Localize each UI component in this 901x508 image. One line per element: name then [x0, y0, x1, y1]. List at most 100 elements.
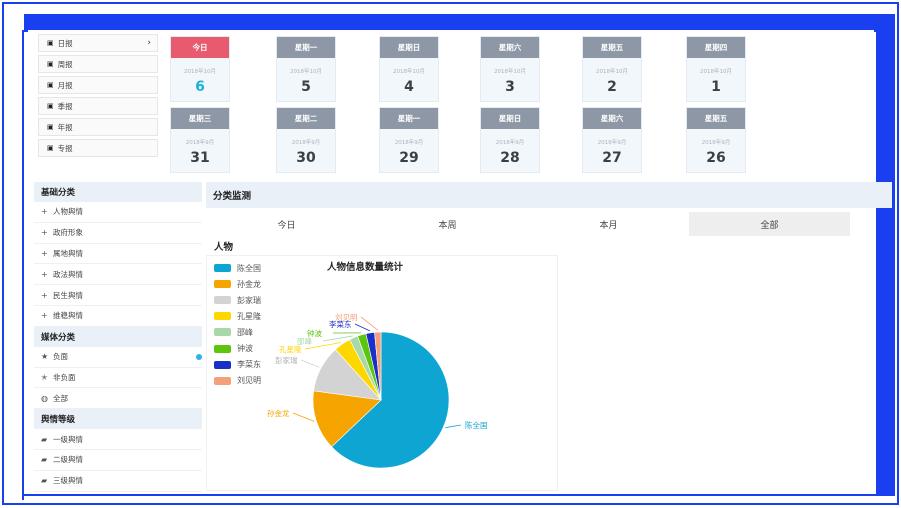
card-weekday: 星期四: [687, 37, 745, 58]
period-item-yearly[interactable]: ▣ 年报: [38, 118, 158, 136]
period-label: 季报: [57, 101, 73, 111]
card-month: 2018年9月: [394, 140, 424, 146]
legend-item[interactable]: 孙金龙: [214, 276, 261, 292]
legend-item[interactable]: 彭家瑞: [214, 292, 261, 308]
card-month: 2018年9月: [701, 140, 731, 146]
card-month: 2018年10月: [494, 69, 526, 75]
date-card[interactable]: 星期日 2018年10月 4: [379, 36, 439, 102]
card-day: 30: [296, 150, 316, 166]
sidebar-item-negative[interactable]: ★ 负面: [34, 347, 202, 368]
card-day: 28: [500, 150, 520, 166]
date-card[interactable]: 星期六 2018年9月 27: [582, 107, 642, 173]
time-tabs: 今日 本周 本月 全部: [206, 212, 892, 236]
card-weekday: 星期六: [481, 37, 539, 58]
card-month: 2018年10月: [596, 69, 628, 75]
sidebar-item-level-1[interactable]: ▰ 一级舆情: [34, 429, 202, 450]
tab-all[interactable]: 全部: [689, 212, 850, 236]
period-item-special[interactable]: ▣ 专报: [38, 139, 158, 157]
sidebar-item-label: 二级舆情: [53, 455, 83, 465]
sidebar-item-label: 人物舆情: [53, 207, 83, 217]
media-category-header: 媒体分类: [34, 326, 202, 347]
date-card[interactable]: 星期二 2018年9月 30: [276, 107, 336, 173]
date-card-today[interactable]: 今日 2018年10月 6: [170, 36, 230, 102]
sidebar-item-local[interactable]: + 属地舆情: [34, 244, 202, 265]
pie-slice-label: 孙金龙: [267, 408, 290, 418]
card-weekday: 今日: [171, 37, 229, 58]
legend-swatch: [214, 296, 231, 305]
card-day: 6: [195, 79, 205, 95]
sidebar-item-all[interactable]: ◍ 全部: [34, 388, 202, 410]
date-card[interactable]: 星期六 2018年10月 3: [480, 36, 540, 102]
date-card[interactable]: 星期四 2018年10月 1: [686, 36, 746, 102]
period-label: 年报: [57, 122, 73, 132]
sidebar-item-stability[interactable]: + 维稳舆情: [34, 306, 202, 327]
legend-swatch: [214, 344, 231, 353]
date-card[interactable]: 星期一 2018年9月 29: [379, 107, 439, 173]
legend-swatch: [214, 360, 231, 369]
sidebar-item-level-2[interactable]: ▰ 二级舆情: [34, 450, 202, 471]
legend-item[interactable]: 刘见明: [214, 373, 261, 389]
sidebar-item-government[interactable]: + 政府形象: [34, 223, 202, 244]
card-month: 2018年10月: [700, 69, 732, 75]
period-label: 专报: [57, 143, 73, 153]
card-day: 5: [301, 79, 311, 95]
card-month: 2018年9月: [495, 140, 525, 146]
flag-icon: ▰: [41, 434, 48, 444]
date-card[interactable]: 星期五 2018年10月 2: [582, 36, 642, 102]
legend-item[interactable]: 孔星隆: [214, 308, 261, 324]
date-card[interactable]: 星期日 2018年9月 28: [480, 107, 540, 173]
pie-label-line: [292, 412, 315, 422]
pie-slice-label: 陈全国: [465, 420, 488, 430]
sidebar-item-label: 属地舆情: [53, 248, 83, 258]
period-item-monthly[interactable]: ▣ 月报: [38, 76, 158, 94]
legend-item[interactable]: 陈全国: [214, 260, 261, 276]
tab-this-month[interactable]: 本月: [528, 212, 689, 236]
card-weekday: 星期三: [171, 108, 229, 129]
card-day: 27: [602, 150, 622, 166]
period-label: 周报: [57, 59, 73, 69]
legend-item[interactable]: 钟波: [214, 340, 261, 356]
period-item-weekly[interactable]: ▣ 周报: [38, 55, 158, 73]
sidebar-item-people[interactable]: + 人物舆情: [34, 202, 202, 223]
legend-item[interactable]: 李菜东: [214, 357, 261, 373]
card-weekday: 星期一: [277, 37, 335, 58]
selected-indicator: [196, 353, 202, 360]
legend-swatch: [214, 312, 231, 321]
sidebar-item-livelihood[interactable]: + 民生舆情: [34, 285, 202, 306]
card-weekday: 星期日: [380, 37, 438, 58]
tab-this-week[interactable]: 本周: [367, 212, 528, 236]
legend-label: 邵峰: [237, 327, 253, 337]
card-month: 2018年10月: [393, 69, 425, 75]
legend-label: 陈全国: [237, 263, 261, 273]
chevron-right-icon: ›: [147, 38, 151, 48]
date-card[interactable]: 星期五 2018年9月 26: [686, 107, 746, 173]
sidebar-item-label: 政法舆情: [53, 269, 83, 279]
calendar-icon: ▣: [47, 81, 54, 89]
sidebar-item-label: 民生舆情: [53, 290, 83, 300]
plus-icon: +: [41, 228, 48, 238]
card-day: 29: [399, 150, 419, 166]
period-item-quarterly[interactable]: ▣ 季报: [38, 97, 158, 115]
star-icon: ★: [41, 352, 49, 362]
card-day: 26: [706, 150, 726, 166]
legend-swatch: [214, 328, 231, 337]
period-label: 日报: [57, 38, 73, 48]
period-item-daily[interactable]: ▣ 日报 ›: [38, 34, 158, 52]
card-weekday: 星期六: [583, 108, 641, 129]
sidebar-item-non-negative[interactable]: ✭ 非负面: [34, 368, 202, 389]
card-day: 3: [505, 79, 515, 95]
calendar-icon: ▣: [47, 102, 54, 110]
pie-label-line: [445, 424, 462, 429]
plus-icon: +: [41, 207, 48, 217]
date-card[interactable]: 星期三 2018年9月 31: [170, 107, 230, 173]
date-card[interactable]: 星期一 2018年10月 5: [276, 36, 336, 102]
legend-label: 钟波: [237, 344, 253, 354]
plus-icon: +: [41, 248, 48, 258]
card-month: 2018年10月: [290, 69, 322, 75]
sidebar-item-level-3[interactable]: ▰ 三级舆情: [34, 471, 202, 492]
tab-today[interactable]: 今日: [206, 212, 367, 236]
sidebar-item-legal[interactable]: + 政法舆情: [34, 264, 202, 286]
pie-label-line: [354, 323, 371, 332]
sidebar-item-label: 维稳舆情: [53, 311, 83, 321]
legend-item[interactable]: 邵峰: [214, 324, 261, 340]
